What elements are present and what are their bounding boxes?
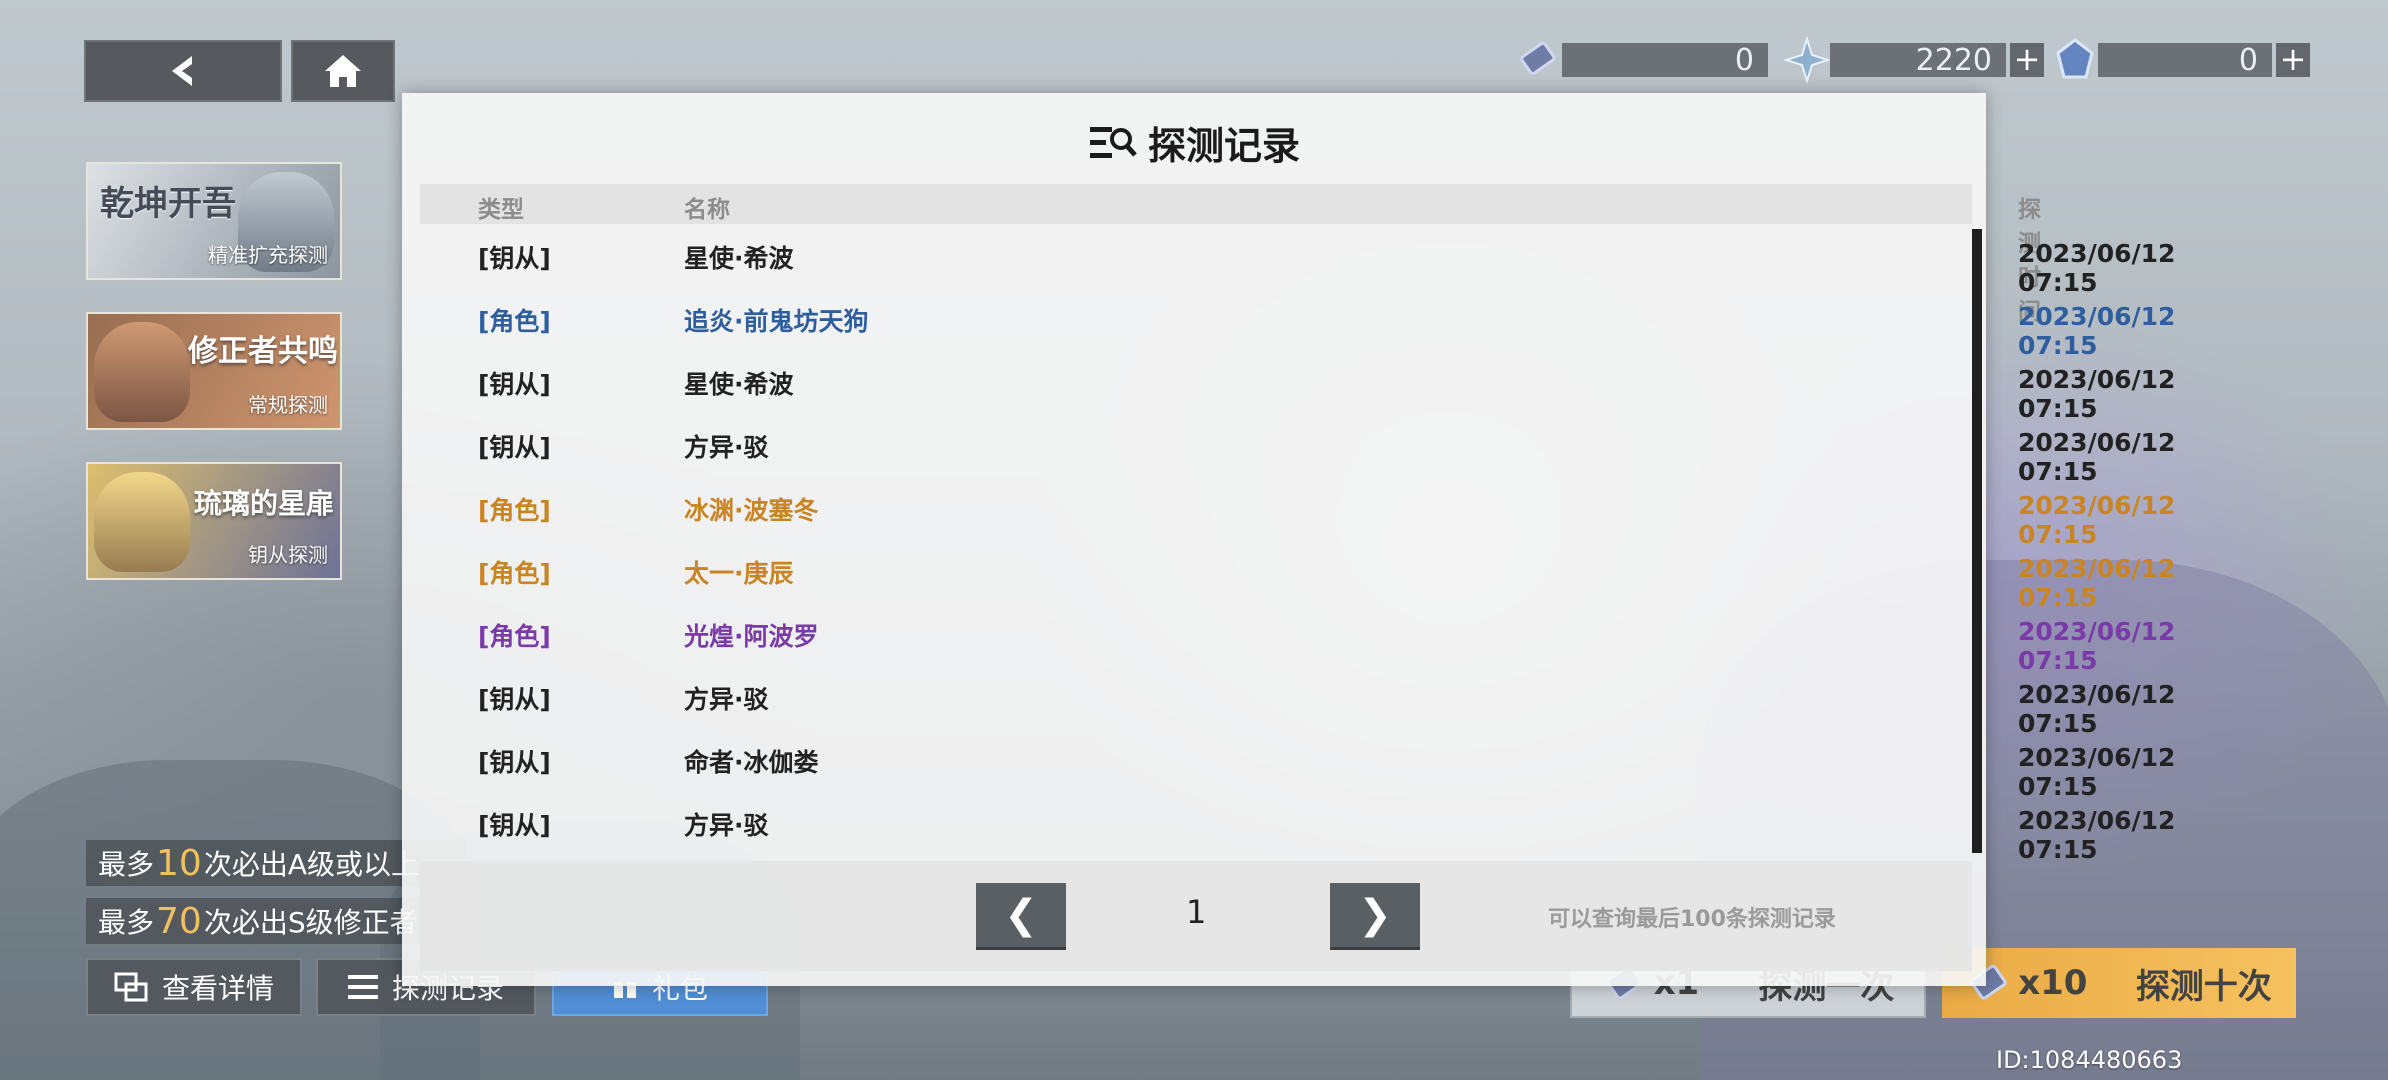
chevron-right-icon: ❯ bbox=[1358, 892, 1392, 938]
table-row: [钥从] 方异·驳 2023/06/12 07:15 bbox=[420, 665, 2175, 738]
row-name: 方异·驳 bbox=[684, 811, 769, 840]
row-type: [钥从] bbox=[478, 370, 551, 399]
row-time: 2023/06/12 07:15 bbox=[2018, 365, 2176, 423]
row-type: [钥从] bbox=[478, 244, 551, 273]
table-row: [钥从] 方异·驳 2023/06/12 07:15 bbox=[420, 413, 2175, 486]
page-number: 1 bbox=[1186, 893, 1207, 931]
record-list[interactable]: [钥从] 星使·希波 2023/06/12 07:15 [角色] 追炎·前鬼坊天… bbox=[420, 224, 2175, 944]
row-name: 命者·冰伽娄 bbox=[684, 748, 819, 777]
row-type: [角色] bbox=[478, 496, 551, 525]
header-name: 名称 bbox=[684, 197, 730, 223]
row-name: 冰渊·波塞冬 bbox=[684, 496, 819, 525]
dialog-header: 探测记录 bbox=[402, 115, 1986, 170]
record-limit-note: 可以查询最后100条探测记录 bbox=[1548, 907, 1836, 932]
next-page-button[interactable]: ❯ bbox=[1330, 883, 1420, 947]
row-time: 2023/06/12 07:15 bbox=[2018, 491, 2176, 549]
row-type: [钥从] bbox=[478, 685, 551, 714]
header-type: 类型 bbox=[478, 197, 524, 223]
row-type: [钥从] bbox=[478, 811, 551, 840]
row-time: 2023/06/12 07:15 bbox=[2018, 617, 2176, 675]
prev-page-button[interactable]: ❮ bbox=[976, 883, 1066, 947]
row-type: [角色] bbox=[478, 559, 551, 588]
detection-record-dialog: 探测记录 类型 名称 探测时间 [钥从] 星使·希波 2023/06/12 07… bbox=[402, 93, 2175, 986]
list-scrollbar[interactable] bbox=[1972, 229, 1982, 853]
row-time: 2023/06/12 07:15 bbox=[2018, 239, 2176, 297]
row-name: 方异·驳 bbox=[684, 433, 769, 462]
row-name: 太一·庚辰 bbox=[684, 559, 794, 588]
row-time: 2023/06/12 07:15 bbox=[2018, 302, 2176, 360]
row-type: [钥从] bbox=[478, 748, 551, 777]
row-name: 光煌·阿波罗 bbox=[684, 622, 819, 651]
row-time: 2023/06/12 07:15 bbox=[2018, 743, 2176, 801]
pagination-bar: ❮ 1 ❯ 可以查询最后100条探测记录 bbox=[420, 861, 1972, 971]
row-type: [钥从] bbox=[478, 433, 551, 462]
table-header: 类型 名称 探测时间 bbox=[420, 184, 2041, 325]
table-row: [钥从] 命者·冰伽娄 2023/06/12 07:15 bbox=[420, 728, 2175, 801]
row-time: 2023/06/12 07:15 bbox=[2018, 806, 2176, 864]
table-row: [角色] 追炎·前鬼坊天狗 2023/06/12 07:15 bbox=[420, 287, 2175, 360]
table-row: [钥从] 星使·希波 2023/06/12 07:15 bbox=[420, 224, 2175, 297]
row-name: 星使·希波 bbox=[684, 370, 794, 399]
row-name: 星使·希波 bbox=[684, 244, 794, 273]
table-row: [钥从] 星使·希波 2023/06/12 07:15 bbox=[420, 350, 2175, 423]
record-search-icon bbox=[1089, 126, 1137, 158]
row-time: 2023/06/12 07:15 bbox=[2018, 428, 2176, 486]
row-time: 2023/06/12 07:15 bbox=[2018, 680, 2176, 738]
row-name: 追炎·前鬼坊天狗 bbox=[684, 307, 869, 336]
row-time: 2023/06/12 07:15 bbox=[2018, 554, 2176, 612]
row-name: 方异·驳 bbox=[684, 685, 769, 714]
table-row: [角色] 冰渊·波塞冬 2023/06/12 07:15 bbox=[420, 476, 2175, 549]
row-type: [角色] bbox=[478, 307, 551, 336]
table-row: [钥从] 方异·驳 2023/06/12 07:15 bbox=[420, 791, 2175, 864]
table-row: [角色] 太一·庚辰 2023/06/12 07:15 bbox=[420, 539, 2175, 612]
table-row: [角色] 光煌·阿波罗 2023/06/12 07:15 bbox=[420, 602, 2175, 675]
row-type: [角色] bbox=[478, 622, 551, 651]
dialog-title: 探测记录 bbox=[1147, 124, 1300, 168]
chevron-left-icon: ❮ bbox=[1004, 892, 1038, 938]
